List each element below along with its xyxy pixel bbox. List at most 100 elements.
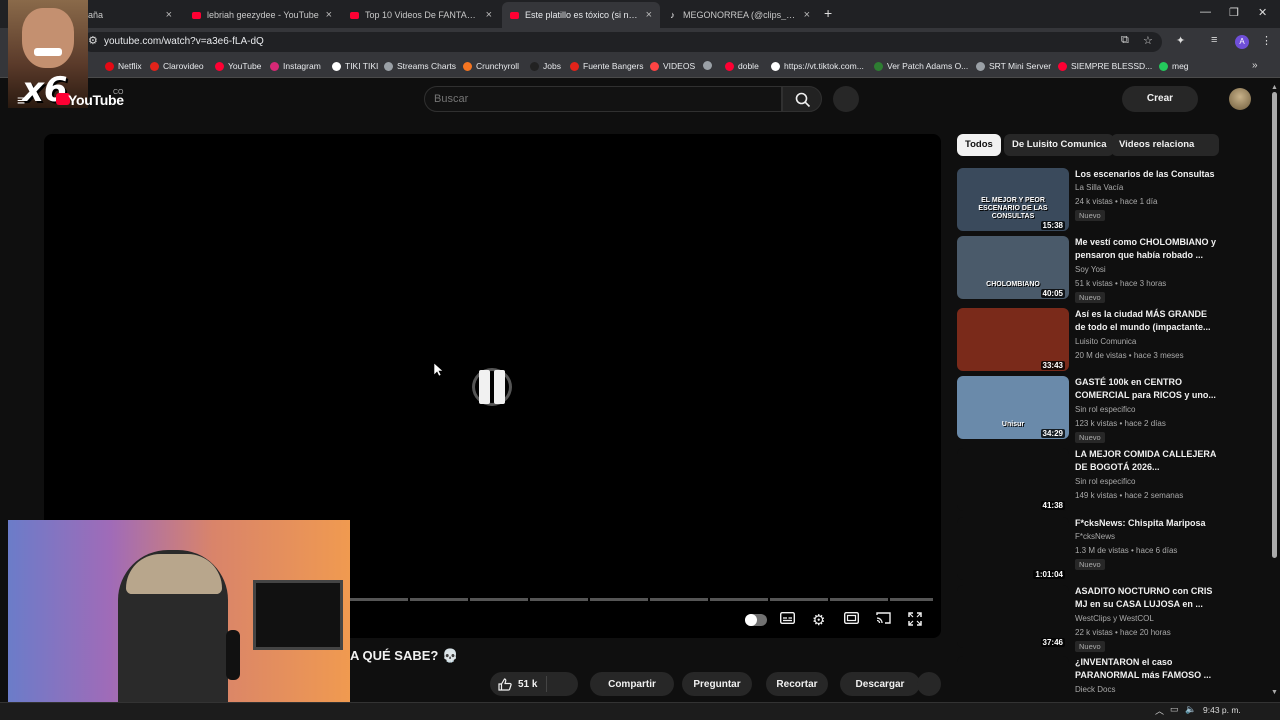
bookmark-item[interactable]: Instagram [270,61,321,71]
bookmark-item[interactable]: Netflix [105,61,142,71]
video-duration: 33:43 [1040,361,1065,370]
bookmark-star-icon[interactable]: ☆ [1143,34,1153,47]
recommended-video[interactable]: 33:43 Así es la ciudad MÁS GRANDE de todo… [957,308,1217,372]
bookmark-label: YouTube [228,61,262,71]
download-button[interactable]: Descargar [840,672,920,696]
chip-from-channel[interactable]: De Luisito Comunica [1004,134,1115,156]
scroll-down-icon[interactable]: ▼ [1271,689,1278,696]
recommended-video-title[interactable]: F*cksNews: Chispita Mariposa [1075,517,1217,530]
browser-tab[interactable]: ♪ MEGONORREA (@clips_megon × [660,2,818,28]
extensions-icon[interactable]: ✦ [1176,34,1185,47]
recommended-video-title[interactable]: ¿INVENTARON el caso PARANORMAL más FAMOS… [1075,656,1217,682]
browser-tab[interactable]: aña × [80,2,180,28]
recommended-video-title[interactable]: Así es la ciudad MÁS GRANDE de todo el m… [1075,308,1217,334]
more-bookmarks-icon[interactable]: » [1252,60,1258,71]
bookmark-item[interactable]: Fuente Bangers [570,61,643,71]
settings-gear-icon[interactable]: ⚙ [812,611,825,629]
recommended-video-title[interactable]: GASTÉ 100k en CENTRO COMERCIAL para RICO… [1075,376,1217,402]
like-count: 51 k [518,678,538,690]
new-tab-button[interactable]: + [824,5,832,21]
close-window-icon[interactable]: ✕ [1258,6,1267,19]
close-tab-icon[interactable]: × [166,9,172,21]
media-controls-icon[interactable]: ≡ [1211,34,1217,46]
close-tab-icon[interactable]: × [486,9,492,21]
channel-name[interactable]: Dieck Docs [1075,685,1115,694]
hamburger-menu-icon[interactable]: ≡ [17,92,25,108]
channel-name[interactable]: Soy Yosi [1075,265,1106,274]
channel-name[interactable]: Sin rol especifico [1075,477,1135,486]
recommended-video-title[interactable]: LA MEJOR COMIDA CALLEJERA DE BOGOTÁ 2026… [1075,448,1217,474]
recommended-video[interactable]: Unisur 34:29 GASTÉ 100k en CENTRO COMERCIA… [957,376,1217,443]
bookmark-item[interactable]: Crunchyroll [463,61,519,71]
bookmark-item[interactable]: TIKI TIKI [332,61,378,71]
create-button[interactable]: Crear [1122,86,1198,112]
chip-related[interactable]: Videos relaciona [1111,134,1219,156]
recommended-video[interactable]: CHOLOMBIANO 40:05 Me vestí como CHOLOMBIAN… [957,236,1217,303]
system-clock: 9:43 p. m. [1203,705,1241,715]
bookmark-item[interactable]: Ver Patch Adams O... [874,61,968,71]
browser-tab-active[interactable]: Este platillo es tóxico (si no estás × [502,2,660,28]
bookmark-favicon-icon [150,61,159,71]
restore-icon[interactable]: ❐ [1229,6,1239,19]
recommended-video-title[interactable]: ASADITO NOCTURNO con CRIS MJ en su CASA … [1075,585,1217,611]
ask-button[interactable]: Preguntar [682,672,752,696]
tab-title: MEGONORREA (@clips_megon [683,10,798,20]
scroll-up-icon[interactable]: ▲ [1271,84,1278,91]
recommended-video[interactable]: 1:01:04 F*cksNews: Chispita Mariposa F*cks… [957,517,1217,581]
minimize-icon[interactable]: — [1200,6,1211,18]
close-tab-icon[interactable]: × [646,9,652,21]
progress-bar[interactable] [350,598,933,601]
search-input[interactable] [434,93,764,105]
bookmark-item[interactable]: VIDEOS [650,61,695,71]
close-tab-icon[interactable]: × [326,9,332,21]
install-app-icon[interactable]: ⧉ [1121,34,1129,47]
bookmark-item[interactable] [703,61,716,70]
volume-icon[interactable]: 🔈 [1185,704,1196,715]
channel-name[interactable]: La Silla Vacía [1075,183,1123,192]
recommended-video[interactable]: 37:46 ASADITO NOCTURNO con CRIS MJ en su … [957,585,1217,652]
video-meta: 51 k vistas • hace 3 horas [1075,279,1167,288]
bookmark-item[interactable]: SIEMPRE BLESSD... [1058,61,1152,71]
bookmark-item[interactable]: Jobs [530,61,561,71]
search-button[interactable] [782,86,822,112]
profile-avatar-icon[interactable]: A [1235,35,1249,49]
recommended-video-title[interactable]: Me vestí como CHOLOMBIANO y pensaron que… [1075,236,1217,262]
tray-arrow-icon[interactable]: ︿ [1155,704,1164,717]
bookmark-item[interactable]: https://vt.tiktok.com... [771,61,864,71]
url-text[interactable]: youtube.com/watch?v=a3e6-fLA-dQ [104,36,264,47]
more-actions-button[interactable] [917,672,941,696]
like-button[interactable]: 51 k [490,672,578,696]
recommended-video[interactable]: 41:38 LA MEJOR COMIDA CALLEJERA DE BOGOTÁ… [957,448,1217,512]
close-tab-icon[interactable]: × [804,9,810,21]
channel-name[interactable]: Luisito Comunica [1075,337,1136,346]
channel-name[interactable]: WestClips y WestCOL [1075,614,1154,623]
channel-name[interactable]: F*cksNews [1075,532,1115,541]
fullscreen-icon[interactable] [908,612,922,629]
cast-icon[interactable] [876,612,891,627]
bookmark-item[interactable]: meg [1159,61,1189,71]
video-meta: 24 k vistas • hace 1 día [1075,197,1158,206]
chip-all[interactable]: Todos [957,134,1001,156]
bookmark-item[interactable]: Clarovideo [150,61,204,71]
bookmark-item[interactable]: YouTube [215,61,261,71]
site-info-icon[interactable]: ⚙ [88,34,98,47]
account-avatar[interactable] [1229,88,1251,110]
subtitles-icon[interactable] [779,611,796,627]
autoplay-toggle[interactable] [745,614,767,626]
theater-mode-icon[interactable] [843,611,860,627]
channel-name[interactable]: Sin rol especifico [1075,405,1135,414]
voice-search-button[interactable] [833,86,859,112]
streamer-mouth [34,48,62,56]
recommended-video[interactable]: EL MEJOR Y PEOR ESCENARIO DE LAS CONSULT… [957,168,1217,232]
browser-tab[interactable]: lebriah geezydee - YouTube × [184,2,340,28]
bookmark-item[interactable]: doble [725,61,759,71]
clip-button[interactable]: Recortar [766,672,828,696]
bookmark-item[interactable]: Streams Charts [384,61,456,71]
recommended-video-title[interactable]: Los escenarios de las Consultas [1075,168,1217,181]
share-button[interactable]: Compartir [590,672,674,696]
bookmark-item[interactable]: SRT Mini Server [976,61,1051,71]
browser-tab[interactable]: Top 10 Videos De FANTASMAS × [342,2,500,28]
page-scrollbar[interactable] [1272,92,1277,558]
network-icon[interactable]: ▭ [1170,704,1179,715]
more-menu-icon[interactable]: ⋮ [1261,34,1272,47]
